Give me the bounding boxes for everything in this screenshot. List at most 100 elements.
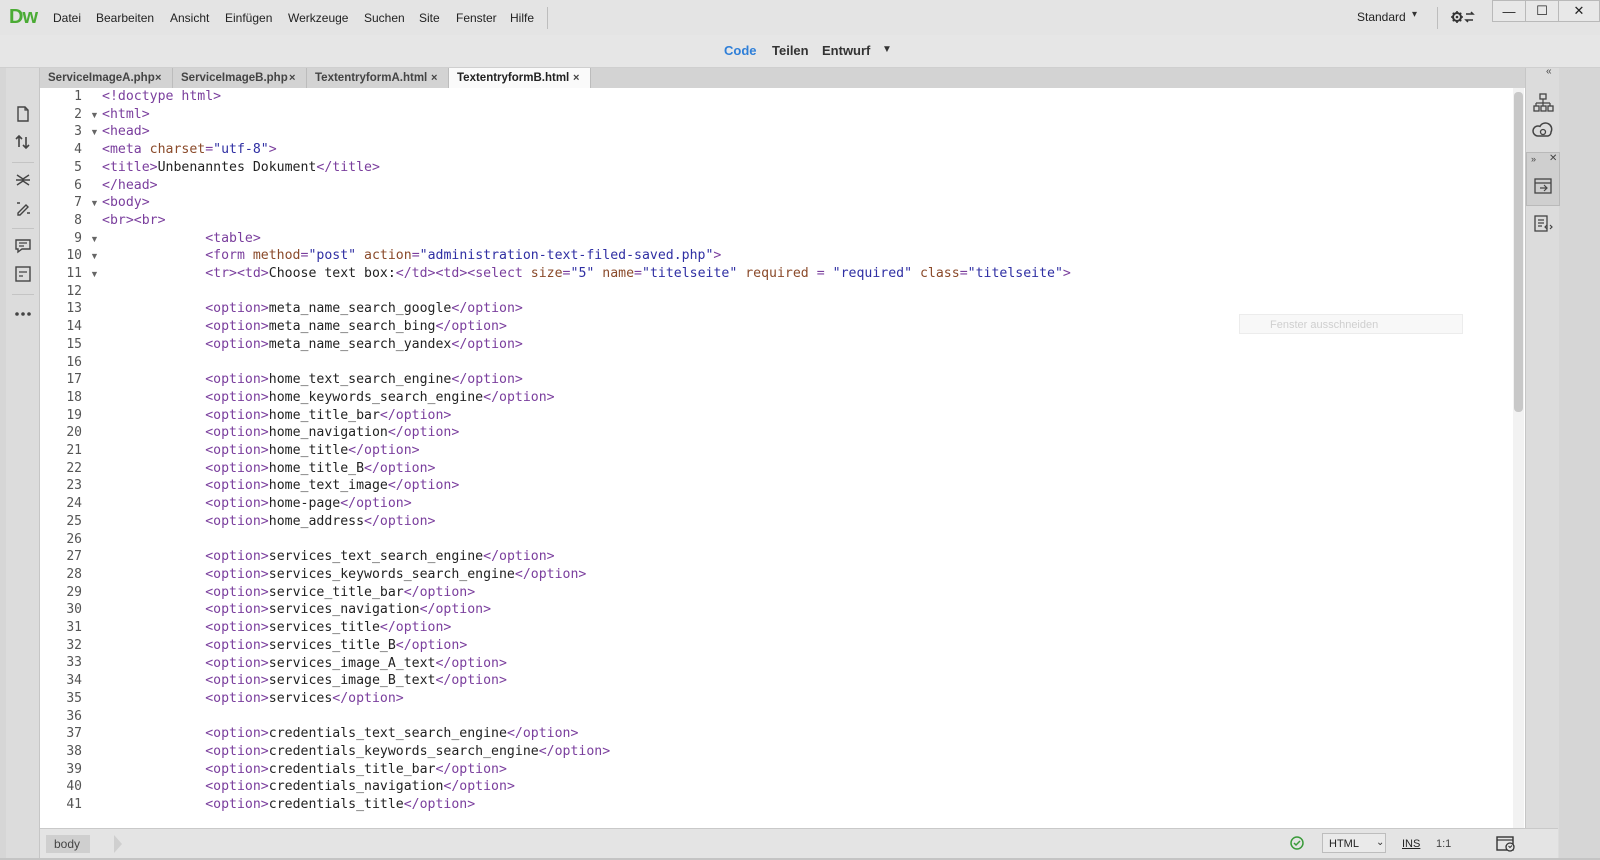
code-token: home_title	[268, 443, 349, 459]
code-editor[interactable]: 1 2 ▼ 3 ▼ 4 5 6 7 ▼ 8 9 ▼ 10 ▼ 11 ▼ 12 13 14 15 16 17 18 19 20 21 2…	[40, 88, 1544, 828]
creative-cloud-icon[interactable]	[1532, 120, 1554, 142]
code-token: home_address	[268, 513, 365, 529]
code-token: </option>	[364, 513, 436, 529]
code-line: <option>home_title_B</option>	[102, 460, 435, 476]
code-token: services_title_B	[268, 637, 396, 653]
workspace-switcher[interactable]: Standard	[1357, 10, 1406, 24]
line-number: 25	[66, 513, 82, 529]
line-number: 1	[74, 89, 82, 104]
code-token: <option>	[205, 372, 269, 388]
code-token: <option>	[205, 744, 269, 760]
code-token: </option>	[483, 389, 555, 405]
tab-textentryforma[interactable]: TextentryformA.html ×	[307, 68, 449, 88]
line-number: 22	[66, 460, 82, 476]
floating-panel[interactable]: » ✕	[1526, 152, 1560, 206]
close-window-button[interactable]: ✕	[1558, 0, 1600, 22]
line-number: 13	[66, 301, 82, 317]
insert-panel-icon[interactable]	[1532, 175, 1554, 197]
code-token: <html>	[102, 106, 150, 122]
fold-toggle-icon[interactable]: ▼	[90, 123, 99, 141]
tag-selector-body[interactable]: body	[46, 835, 91, 853]
close-icon[interactable]: ✕	[1549, 153, 1557, 164]
code-token: meta_name_search_bing	[268, 319, 436, 335]
line-number: 24	[66, 496, 82, 512]
collapse-panels-icon[interactable]: «	[1546, 66, 1552, 77]
code-content[interactable]: <!doctype html> <html> <head> <meta char…	[102, 88, 1071, 814]
menu-hilfe[interactable]: Hilfe	[510, 11, 534, 25]
format-source-icon[interactable]	[13, 198, 33, 218]
code-token: </option>	[451, 301, 523, 317]
menu-site[interactable]: Site	[419, 11, 440, 25]
close-icon[interactable]: ×	[431, 68, 437, 88]
menu-suchen[interactable]: Suchen	[364, 11, 405, 25]
code-token: meta_name_search_yandex	[268, 336, 452, 352]
code-token: <option>	[205, 389, 269, 405]
line-number: 36	[66, 708, 82, 724]
chevron-down-icon[interactable]: ▾	[1412, 9, 1417, 20]
fold-toggle-icon[interactable]: ▼	[90, 230, 99, 248]
view-design-button[interactable]: Entwurf	[822, 43, 870, 58]
chevron-down-icon[interactable]: ▼	[882, 44, 892, 55]
code-token: <option>	[205, 549, 269, 565]
code-line: <option>credentials_title</option>	[102, 797, 475, 812]
view-split-button[interactable]: Teilen	[772, 43, 809, 58]
code-token: "5"	[570, 266, 595, 282]
menu-werkzeuge[interactable]: Werkzeuge	[288, 11, 348, 25]
code-token: <option>	[205, 460, 269, 476]
line-number: 17	[66, 372, 82, 388]
expand-panel-icon[interactable]: »	[1531, 154, 1536, 164]
insert-mode-indicator[interactable]: INS	[1402, 838, 1420, 850]
file-transfer-icon[interactable]	[13, 132, 33, 152]
gear-sync-icon[interactable]	[1450, 8, 1476, 26]
scrollbar-thumb[interactable]	[1514, 92, 1523, 412]
tab-serviceimageb[interactable]: ServiceImageB.php ×	[173, 68, 307, 88]
code-token: </option>	[506, 726, 579, 742]
code-token: <tr><td>	[205, 266, 269, 282]
menu-einfuegen[interactable]: Einfügen	[225, 11, 272, 25]
fold-toggle-icon[interactable]: ▼	[90, 247, 99, 265]
expand-collapse-icon[interactable]	[13, 170, 33, 190]
line-number: 12	[66, 283, 82, 299]
code-token: <option>	[205, 602, 269, 618]
minimize-button[interactable]: —	[1492, 0, 1526, 22]
close-icon[interactable]: ×	[573, 68, 579, 88]
code-token: </option>	[435, 655, 507, 671]
line-number: 32	[66, 637, 82, 653]
check-circle-icon[interactable]	[1290, 836, 1304, 850]
tab-textentryformb[interactable]: TextentryformB.html ×	[449, 68, 591, 88]
chevron-down-icon[interactable]: ⌄	[1376, 833, 1384, 853]
fold-toggle-icon[interactable]: ▼	[90, 265, 99, 283]
live-preview-icon[interactable]	[1495, 834, 1517, 854]
code-token: <body>	[102, 195, 150, 211]
menu-bearbeiten[interactable]: Bearbeiten	[96, 11, 154, 25]
close-icon[interactable]: ×	[155, 68, 161, 88]
tab-label: TextentryformB.html	[457, 72, 570, 84]
code-token: </option>	[435, 673, 507, 689]
tab-serviceimagea[interactable]: ServiceImageA.php ×	[40, 68, 173, 88]
code-hint-icon[interactable]	[13, 264, 33, 284]
more-options-icon[interactable]	[13, 304, 33, 324]
code-token: <option>	[205, 637, 269, 653]
code-token: <option>	[205, 496, 269, 512]
maximize-button[interactable]: ☐	[1525, 0, 1559, 22]
code-line: <option>services_image_A_text</option>	[102, 656, 507, 671]
view-code-button[interactable]: Code	[724, 43, 757, 58]
fold-toggle-icon[interactable]: ▼	[90, 106, 99, 124]
fold-toggle-icon[interactable]: ▼	[90, 194, 99, 212]
code-token: service_title_bar	[268, 584, 404, 600]
code-token: "titelseite"	[642, 266, 738, 282]
dom-panel-icon[interactable]	[1532, 92, 1554, 114]
line-number: 18	[66, 389, 82, 405]
menu-fenster[interactable]: Fenster	[456, 11, 497, 25]
code-token: </td><td><select	[395, 266, 531, 282]
code-token: <option>	[205, 761, 269, 777]
open-documents-icon[interactable]	[13, 104, 33, 124]
menu-ansicht[interactable]: Ansicht	[170, 11, 209, 25]
code-token: </option>	[419, 602, 492, 618]
snippets-icon[interactable]	[1532, 213, 1554, 235]
comment-icon[interactable]	[13, 236, 33, 256]
code-line: <option>services_title</option>	[102, 620, 451, 635]
menu-datei[interactable]: Datei	[53, 11, 81, 25]
code-token: credentials_title	[268, 797, 404, 813]
close-icon[interactable]: ×	[289, 68, 295, 88]
